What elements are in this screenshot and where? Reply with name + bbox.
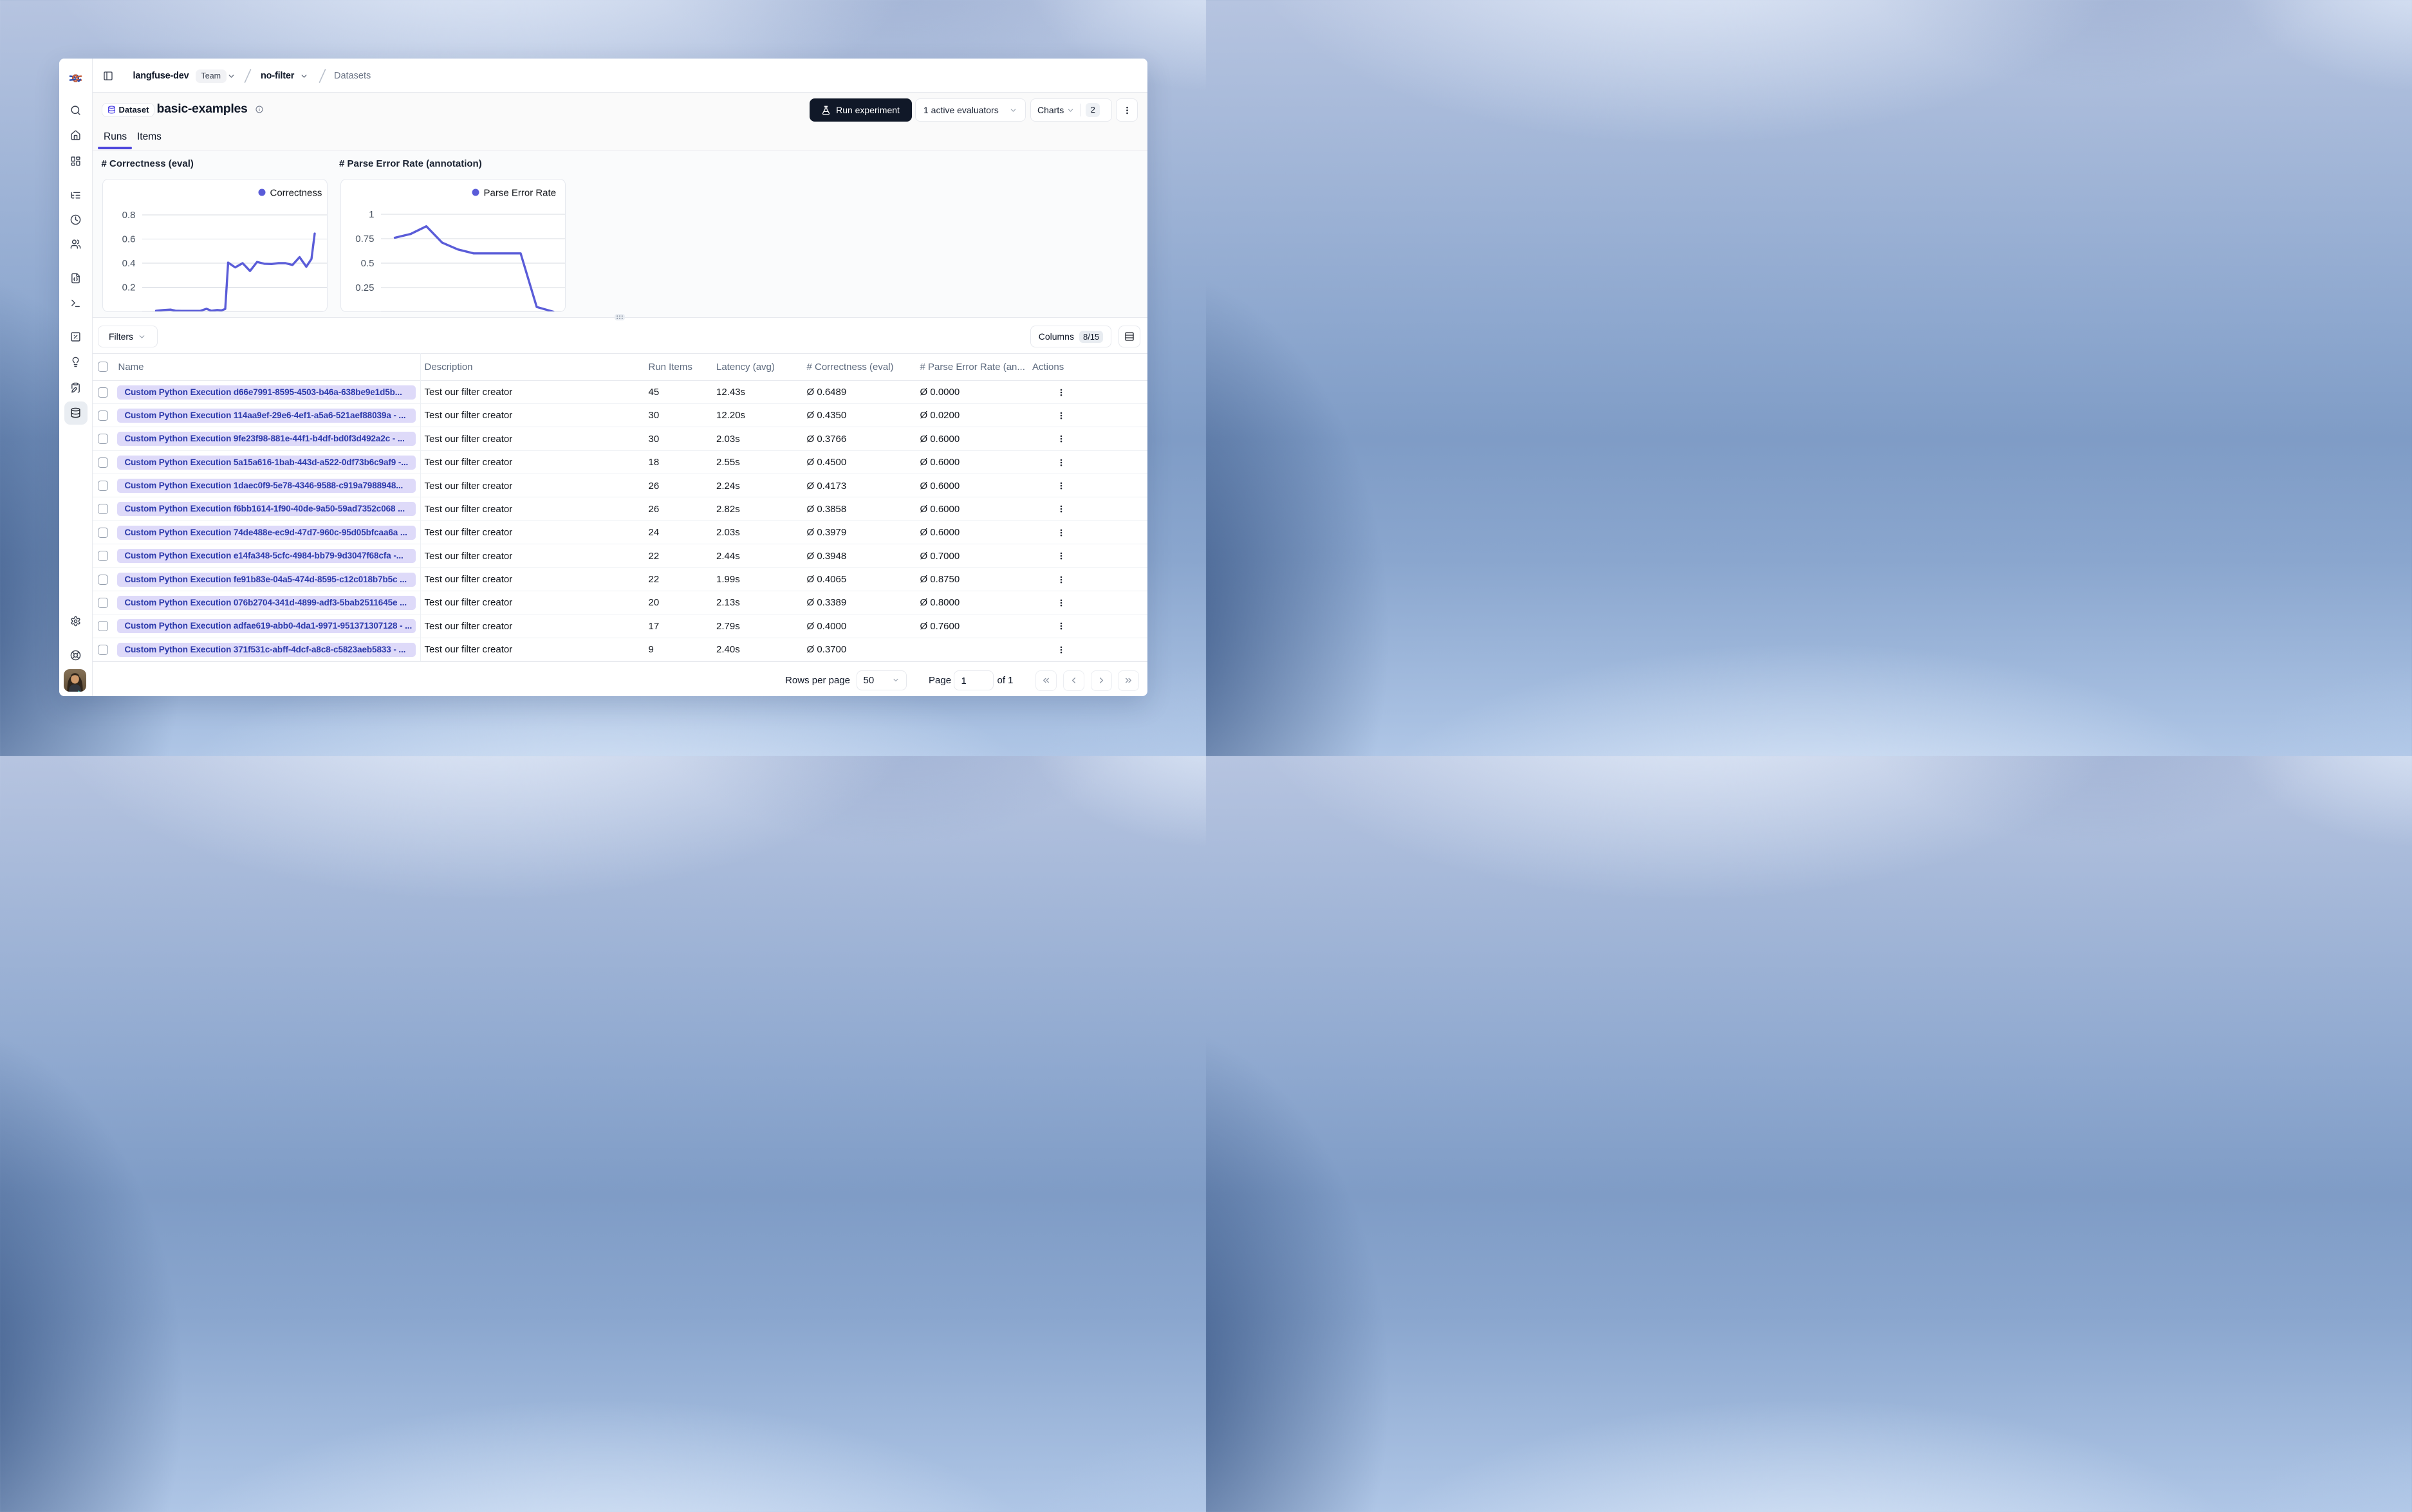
svg-text:0.25: 0.25 [355,282,374,293]
svg-text:0.2: 0.2 [122,282,135,293]
svg-text:0.4: 0.4 [122,258,135,269]
svg-text:0.5: 0.5 [360,258,374,269]
svg-text:Parse Error Rate: Parse Error Rate [483,188,556,199]
svg-text:0.75: 0.75 [355,234,374,244]
svg-text:1: 1 [369,209,374,220]
svg-text:0.6: 0.6 [122,234,135,245]
svg-text:0.8: 0.8 [122,210,135,221]
svg-text:Correctness: Correctness [270,188,322,199]
